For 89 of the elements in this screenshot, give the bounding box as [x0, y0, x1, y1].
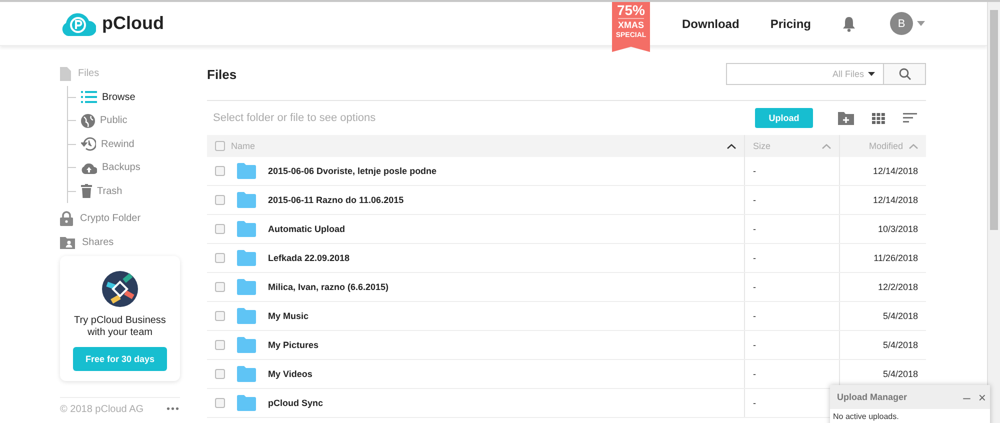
- size-cell: -: [753, 224, 756, 234]
- caret-icon: [868, 72, 875, 76]
- folder-name[interactable]: My Music: [268, 311, 309, 321]
- folder-icon: [237, 337, 256, 353]
- free-trial-button[interactable]: Free for 30 days: [73, 347, 167, 371]
- folder-name[interactable]: 2015-06-06 Dvoriste, letnje posle podne: [268, 166, 437, 176]
- trash-icon: [81, 184, 92, 198]
- folder-icon: [237, 395, 256, 411]
- search-icon: [898, 68, 910, 80]
- size-cell: -: [753, 340, 756, 350]
- date-cell: 5/4/2018: [882, 369, 918, 379]
- row-checkbox[interactable]: [215, 224, 225, 234]
- sidebar-item[interactable]: Shares: [60, 230, 180, 254]
- folder-icon: [237, 308, 256, 324]
- row-checkbox[interactable]: [215, 369, 225, 379]
- size-cell: -: [753, 311, 756, 321]
- folder-name[interactable]: My Videos: [268, 369, 312, 379]
- folder-icon: [237, 221, 256, 237]
- hint-text: Select folder or file to see options: [213, 112, 376, 124]
- folder-icon: [237, 279, 256, 295]
- upload-button[interactable]: Upload: [755, 108, 813, 128]
- minimize-button[interactable]: –: [959, 390, 974, 404]
- teamwork-logo-icon: [102, 271, 138, 307]
- logo-text[interactable]: pCloud: [102, 13, 164, 34]
- search-button[interactable]: [884, 63, 926, 85]
- row-checkbox[interactable]: [215, 311, 225, 321]
- folder-icon: [237, 192, 256, 208]
- folder-icon: [237, 366, 256, 382]
- folder-icon: [237, 250, 256, 266]
- sidebar-item[interactable]: Rewind: [68, 132, 180, 156]
- sidebar-item[interactable]: Crypto Folder: [60, 207, 180, 230]
- folder-name[interactable]: 2015-06-11 Razno do 11.06.2015: [268, 195, 404, 205]
- date-cell: 10/3/2018: [878, 224, 918, 234]
- size-cell: -: [753, 282, 756, 292]
- panel-title: Upload Manager: [837, 392, 908, 402]
- promo-text: Try pCloud Business with your team: [73, 315, 167, 339]
- list-icon: [81, 91, 97, 104]
- shared-folder-icon: [60, 236, 75, 249]
- grid-view-icon[interactable]: [872, 112, 885, 124]
- row-checkbox[interactable]: [215, 282, 225, 292]
- row-checkbox[interactable]: [215, 195, 225, 205]
- folder-icon: [237, 163, 256, 179]
- select-all-checkbox[interactable]: [215, 141, 225, 151]
- avatar[interactable]: B: [890, 12, 913, 35]
- size-cell: -: [753, 369, 756, 379]
- folder-name[interactable]: pCloud Sync: [268, 398, 324, 408]
- cloud-upload-icon: [81, 162, 97, 174]
- folder-name[interactable]: My Pictures: [268, 340, 319, 350]
- date-cell: 5/4/2018: [882, 311, 918, 321]
- copyright-text: © 2018 pCloud AG: [60, 404, 144, 415]
- status-text: No active uploads.: [832, 411, 900, 423]
- date-cell: 5/4/2018: [882, 340, 918, 350]
- size-cell: -: [753, 195, 756, 205]
- search-field[interactable]: All Files: [726, 63, 884, 85]
- scope-dropdown[interactable]: All Files: [832, 69, 875, 79]
- close-button[interactable]: ×: [974, 390, 990, 404]
- row-checkbox[interactable]: [215, 166, 225, 176]
- sidebar-heading[interactable]: Files: [78, 68, 100, 80]
- more-menu[interactable]: •••: [166, 404, 180, 415]
- sidebar-item[interactable]: Public: [68, 109, 180, 132]
- lock-icon: [60, 211, 73, 226]
- size-cell: -: [753, 166, 756, 176]
- row-checkbox[interactable]: [215, 253, 225, 263]
- size-cell: -: [753, 398, 756, 408]
- folder-name[interactable]: Lefkada 22.09.2018: [268, 253, 350, 263]
- date-cell: 12/2/2018: [878, 282, 918, 292]
- folder-name[interactable]: Automatic Upload: [268, 224, 346, 234]
- page-title: Files: [207, 66, 237, 82]
- sidebar-item[interactable]: Trash: [68, 180, 180, 203]
- row-checkbox[interactable]: [215, 398, 225, 408]
- date-cell: 11/26/2018: [874, 253, 918, 263]
- bell-icon[interactable]: [842, 16, 856, 32]
- sidebar-item[interactable]: Browse: [68, 86, 180, 109]
- file-icon: [60, 66, 71, 81]
- sidebar-item[interactable]: Backups: [68, 156, 180, 180]
- caret-icon[interactable]: [917, 21, 925, 26]
- globe-icon: [81, 114, 95, 128]
- sort-icon[interactable]: [903, 113, 917, 123]
- cloud-logo-icon: [60, 10, 96, 36]
- nav-link[interactable]: Download: [682, 16, 740, 30]
- date-cell: 12/14/2018: [872, 166, 918, 176]
- folder-name[interactable]: Milica, Ivan, razno (6.6.2015): [268, 282, 389, 292]
- date-cell: 12/14/2018: [872, 195, 918, 205]
- nav-link[interactable]: Pricing: [770, 16, 811, 30]
- history-icon: [81, 137, 96, 152]
- new-folder-icon[interactable]: [838, 112, 854, 124]
- size-cell: -: [753, 253, 756, 263]
- row-checkbox[interactable]: [215, 340, 225, 350]
- scrollbar[interactable]: [987, 2, 1000, 423]
